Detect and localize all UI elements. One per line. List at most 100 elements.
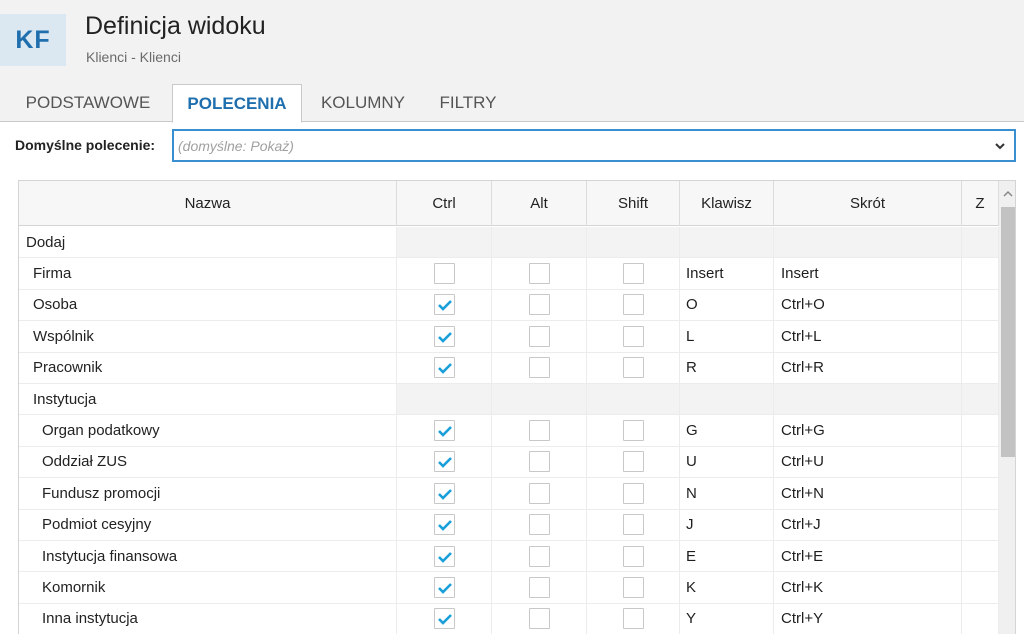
shift-checkbox[interactable] [622,325,644,347]
ctrl-cell [397,572,492,603]
key-cell[interactable]: G [680,415,774,446]
table-row[interactable]: Pracownik R Ctrl+R [19,352,999,384]
group-row[interactable]: Instytucja [19,383,999,416]
ctrl-checkbox[interactable] [433,357,455,379]
alt-checkbox[interactable] [528,263,550,285]
ctrl-cell [397,603,492,634]
checkmark-icon [437,488,452,500]
column-header-klawisz[interactable]: Klawisz [680,181,774,226]
scroll-up-arrow-icon[interactable] [999,187,1016,201]
command-name: Inna instytucja [19,603,397,634]
ctrl-checkbox[interactable] [433,263,455,285]
shortcut-cell [774,383,962,415]
alt-checkbox[interactable] [528,514,550,536]
ctrl-checkbox[interactable] [433,294,455,316]
ctrl-checkbox[interactable] [433,420,455,442]
shift-cell [587,478,680,509]
shift-checkbox[interactable] [622,263,644,285]
column-header-z[interactable]: Z [962,181,999,226]
table-row[interactable]: Oddział ZUS U Ctrl+U [19,446,999,479]
alt-checkbox[interactable] [528,357,550,379]
ctrl-checkbox[interactable] [433,514,455,536]
shift-cell [587,415,680,446]
default-command-input[interactable] [178,136,968,156]
column-header-skrot[interactable]: Skrót [774,181,962,226]
alt-cell [492,258,587,289]
scrollbar-thumb[interactable] [1001,207,1015,457]
key-cell[interactable] [680,383,774,415]
tab-podstawowe[interactable]: PODSTAWOWE [6,84,170,122]
key-cell[interactable]: U [680,446,774,478]
column-header-ctrl[interactable]: Ctrl [397,181,492,226]
ctrl-cell [397,352,492,383]
vertical-scrollbar[interactable] [999,181,1016,634]
alt-checkbox[interactable] [528,608,550,630]
shift-cell [587,446,680,478]
shortcut-cell: Ctrl+Y [774,603,962,634]
table-row[interactable]: Firma Insert Insert [19,258,999,290]
table-row[interactable]: Wspólnik L Ctrl+L [19,321,999,353]
shift-checkbox[interactable] [622,420,644,442]
alt-cell [492,352,587,383]
shift-checkbox[interactable] [622,482,644,504]
table-row[interactable]: Inna instytucja Y Ctrl+Y [19,603,999,634]
group-row[interactable]: Dodaj [19,227,999,259]
ctrl-checkbox[interactable] [433,482,455,504]
checkmark-icon [437,551,452,563]
table-row[interactable]: Instytucja finansowa E Ctrl+E [19,540,999,573]
column-header-alt[interactable]: Alt [492,181,587,226]
command-name: Organ podatkowy [19,415,397,446]
alt-cell [492,540,587,572]
key-cell[interactable]: L [680,321,774,352]
shift-checkbox[interactable] [622,357,644,379]
tab-polecenia[interactable]: POLECENIA [172,84,302,123]
key-cell[interactable]: Insert [680,258,774,289]
shortcut-cell: Ctrl+J [774,509,962,540]
table-row[interactable]: Komornik K Ctrl+K [19,572,999,604]
ctrl-checkbox[interactable] [433,545,455,567]
shift-checkbox[interactable] [622,608,644,630]
tab-filtry[interactable]: FILTRY [424,84,512,122]
tab-kolumny[interactable]: KOLUMNY [304,84,422,122]
ctrl-checkbox[interactable] [433,451,455,473]
key-cell[interactable] [680,227,774,258]
alt-checkbox[interactable] [528,325,550,347]
chevron-down-icon[interactable] [994,140,1006,152]
shift-checkbox[interactable] [622,294,644,316]
table-row[interactable]: Podmiot cesyjny J Ctrl+J [19,509,999,541]
ctrl-checkbox[interactable] [433,576,455,598]
alt-checkbox[interactable] [528,294,550,316]
key-cell[interactable]: K [680,572,774,603]
table-row[interactable]: Fundusz promocji N Ctrl+N [19,478,999,510]
command-name: Osoba [19,289,397,321]
key-cell[interactable]: N [680,478,774,509]
shift-checkbox[interactable] [622,576,644,598]
commands-grid: Nazwa Ctrl Alt Shift Klawisz Skrót Z Dod… [18,180,1016,634]
alt-checkbox[interactable] [528,420,550,442]
shortcut-cell [774,227,962,258]
alt-cell [492,446,587,478]
alt-checkbox[interactable] [528,482,550,504]
key-cell[interactable]: J [680,509,774,540]
shift-checkbox[interactable] [622,514,644,536]
alt-checkbox[interactable] [528,545,550,567]
ctrl-checkbox[interactable] [433,608,455,630]
default-command-select[interactable] [172,129,1016,162]
shift-checkbox[interactable] [622,545,644,567]
column-header-nazwa[interactable]: Nazwa [19,181,397,226]
alt-cell [492,383,587,415]
key-cell[interactable]: R [680,352,774,383]
key-cell[interactable]: E [680,540,774,572]
column-header-shift[interactable]: Shift [587,181,680,226]
shift-checkbox[interactable] [622,451,644,473]
shift-cell [587,227,680,258]
ctrl-checkbox[interactable] [433,325,455,347]
key-cell[interactable]: O [680,289,774,321]
view-definition-window: KF Definicja widoku Klienci - Klienci PO… [0,0,1024,634]
alt-checkbox[interactable] [528,576,550,598]
key-cell[interactable]: Y [680,603,774,634]
alt-checkbox[interactable] [528,451,550,473]
ctrl-cell [397,258,492,289]
table-row[interactable]: Osoba O Ctrl+O [19,289,999,322]
table-row[interactable]: Organ podatkowy G Ctrl+G [19,415,999,447]
